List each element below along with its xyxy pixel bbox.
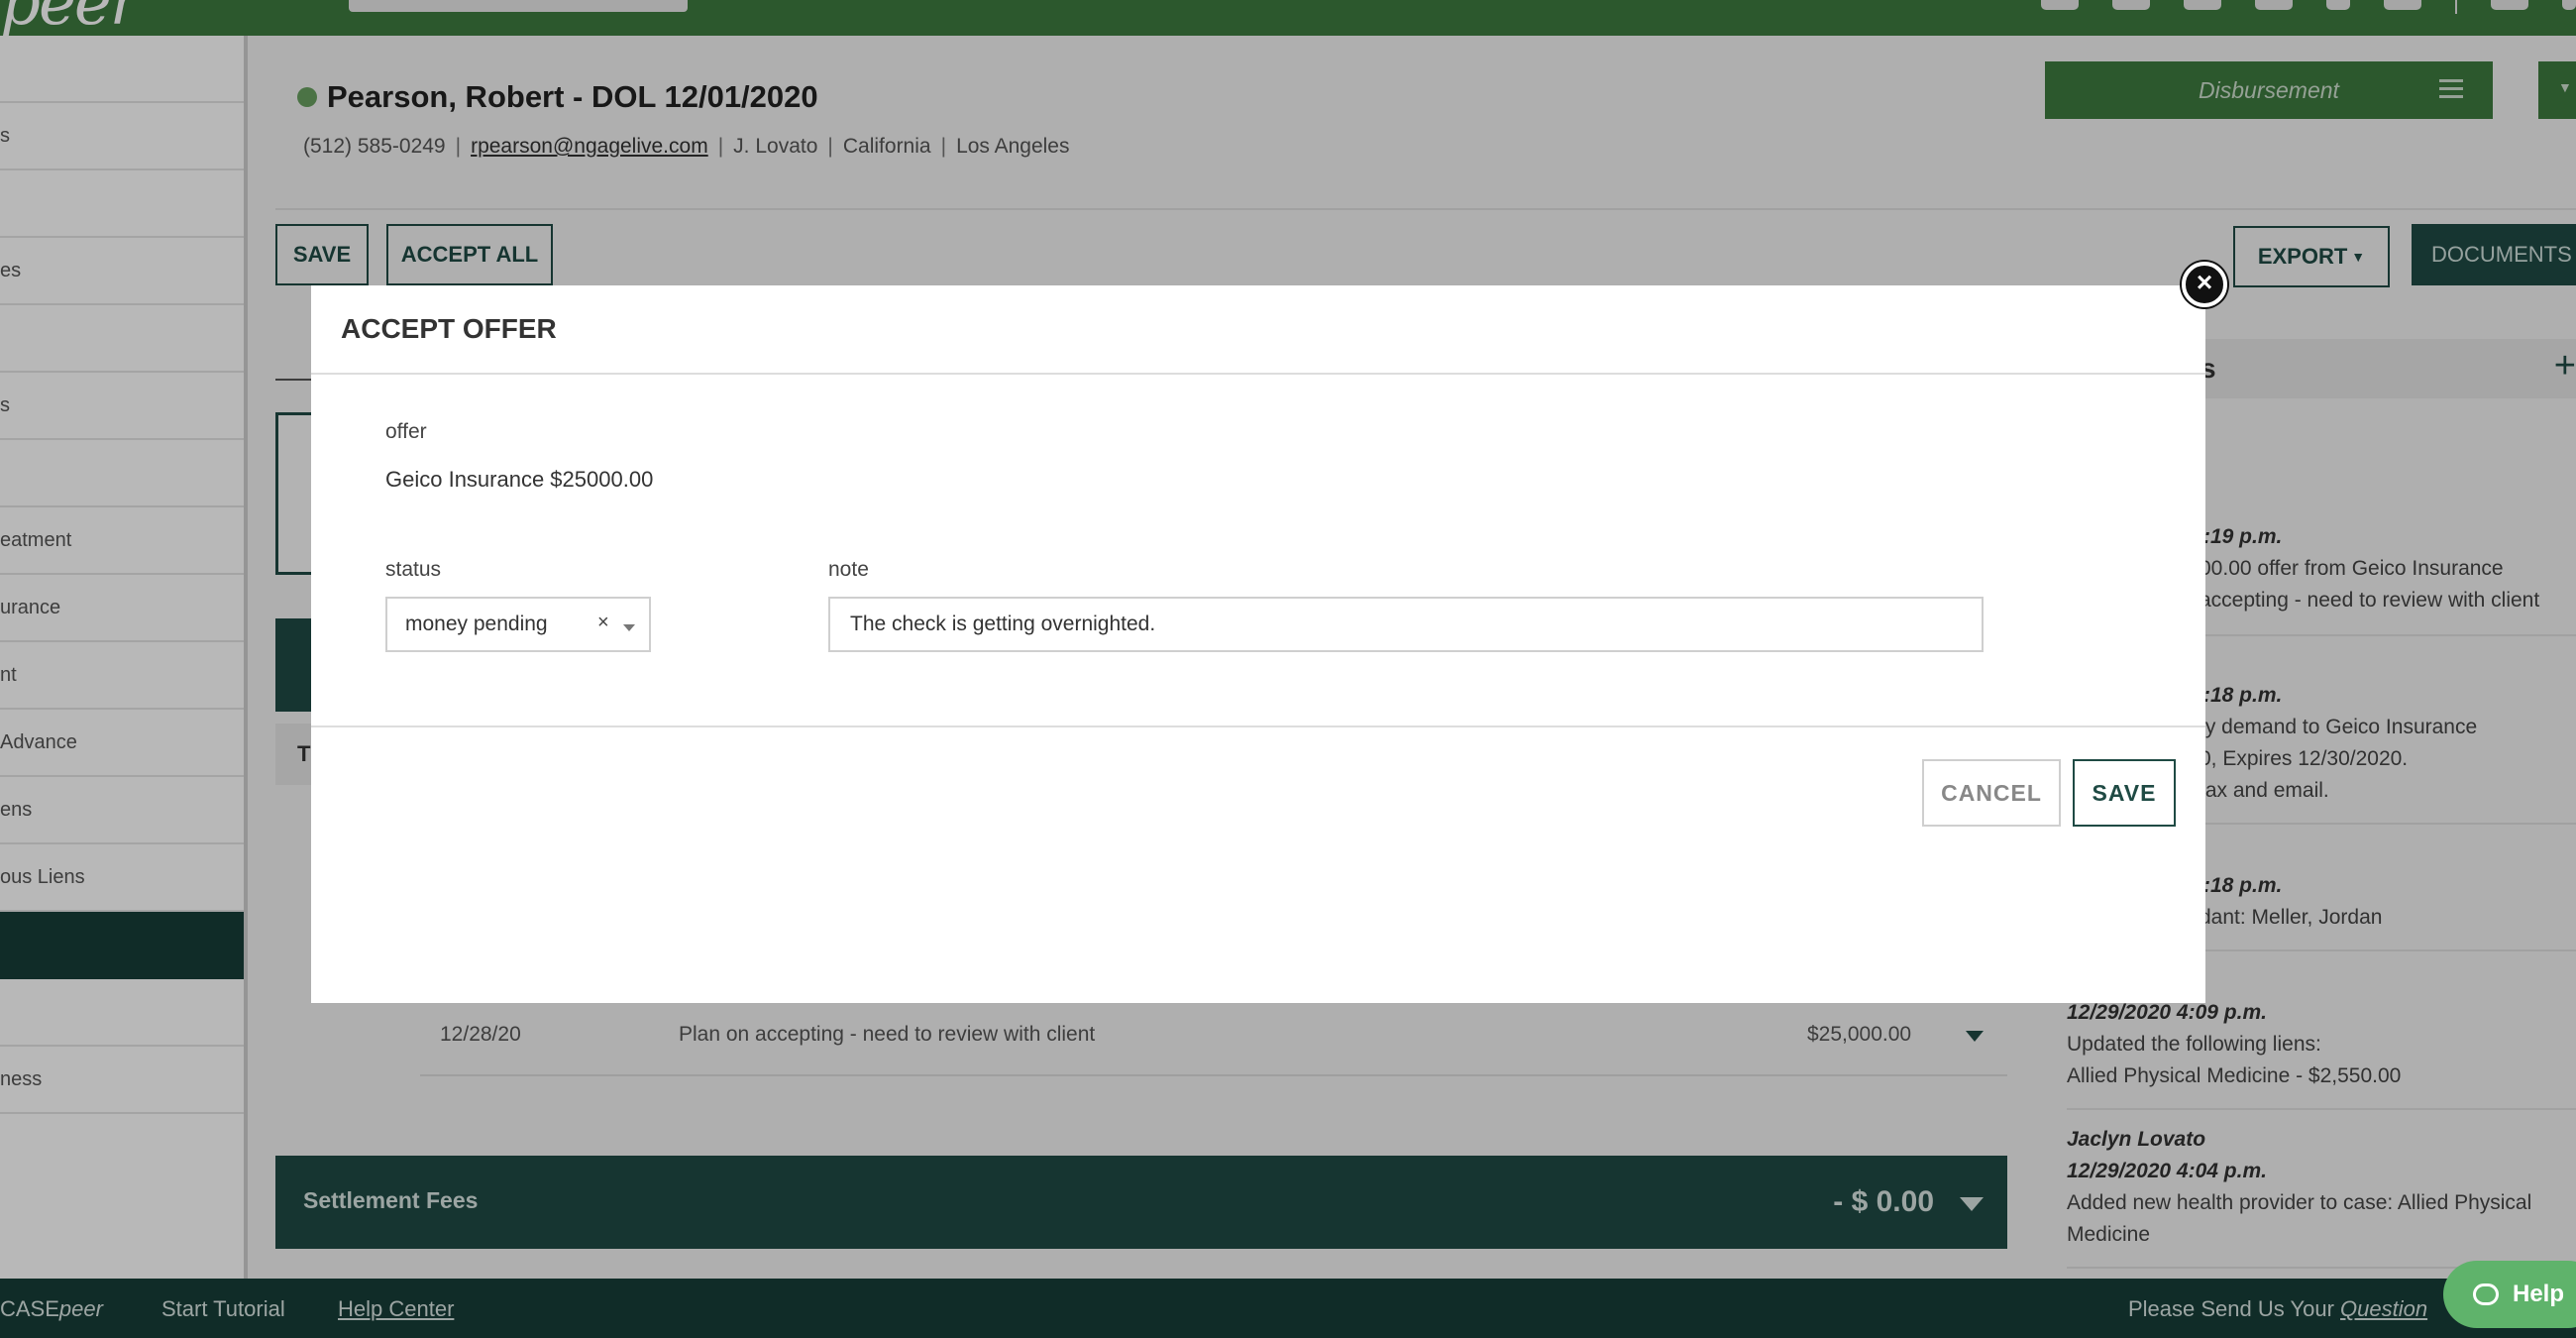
status-label: status [385,558,442,581]
accept-offer-modal: ACCEPT OFFER offer Geico Insurance $2500… [311,285,2205,1003]
offer-value: Geico Insurance $25000.00 [385,467,654,492]
offer-label: offer [385,420,427,443]
help-chat-button[interactable]: Help [2443,1261,2576,1328]
clear-icon[interactable]: × [597,612,609,634]
cancel-button[interactable]: CANCEL [1922,759,2061,827]
help-button-label: Help [2513,1281,2565,1307]
note-input[interactable] [828,597,1984,652]
close-icon[interactable]: × [2182,262,2227,307]
save-button[interactable]: SAVE [2073,759,2176,827]
modal-title: ACCEPT OFFER [341,313,557,344]
note-label: note [828,558,869,581]
status-selected-value: money pending [405,613,548,635]
status-select[interactable]: money pending × [385,597,651,652]
divider [311,725,2205,727]
chevron-down-icon[interactable] [623,624,635,631]
chat-bubble-icon [2473,1283,2499,1305]
divider [311,373,2205,375]
